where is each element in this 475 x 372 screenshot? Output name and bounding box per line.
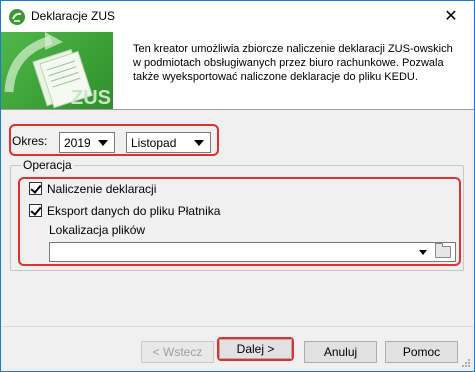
folder-icon[interactable]: [435, 243, 451, 258]
dropdown-arrow-icon[interactable]: [419, 250, 427, 255]
naliczenie-label[interactable]: Naliczenie deklaracji: [47, 182, 156, 196]
cancel-button[interactable]: Anuluj: [304, 341, 377, 363]
resize-grip-icon[interactable]: [461, 358, 471, 368]
dropdown-arrow-icon: [98, 140, 108, 146]
close-icon[interactable]: ✕: [428, 1, 474, 31]
okres-label: Okres:: [12, 134, 48, 148]
operacja-legend: Operacja: [21, 158, 74, 172]
lokalizacja-label: Lokalizacja plików: [49, 223, 146, 237]
back-button[interactable]: < Wstecz: [141, 341, 214, 363]
wizard-description: Ten kreator umożliwia zbiorcze naliczeni…: [133, 43, 453, 83]
checkmark-icon: [30, 182, 42, 194]
next-button[interactable]: Dalej >: [219, 339, 292, 359]
month-value: Listopad: [131, 136, 177, 150]
naliczenie-checkbox[interactable]: [29, 182, 42, 195]
eksport-label[interactable]: Eksport danych do pliku Płatnika: [47, 204, 220, 218]
zus-banner-image: ZUS: [1, 32, 113, 109]
year-select[interactable]: 2019: [59, 132, 115, 153]
dropdown-arrow-icon: [194, 140, 204, 146]
banner-zus-text: ZUS: [71, 87, 111, 109]
app-logo-icon: [9, 9, 25, 25]
dialog-window: Deklaracje ZUS ✕ ZUS Ten kreator umożliw…: [0, 0, 475, 372]
footer-divider: [1, 326, 474, 327]
year-value: 2019: [64, 136, 91, 150]
checkmark-icon: [30, 204, 42, 216]
eksport-checkbox[interactable]: [29, 204, 42, 217]
window-title: Deklaracje ZUS: [31, 9, 116, 23]
help-button[interactable]: Pomoc: [385, 341, 458, 363]
month-select[interactable]: Listopad: [126, 132, 211, 153]
lokalizacja-input[interactable]: [49, 242, 456, 262]
wizard-banner: ZUS Ten kreator umożliwia zbiorcze nalic…: [1, 32, 474, 110]
title-bar[interactable]: Deklaracje ZUS ✕: [1, 1, 474, 32]
